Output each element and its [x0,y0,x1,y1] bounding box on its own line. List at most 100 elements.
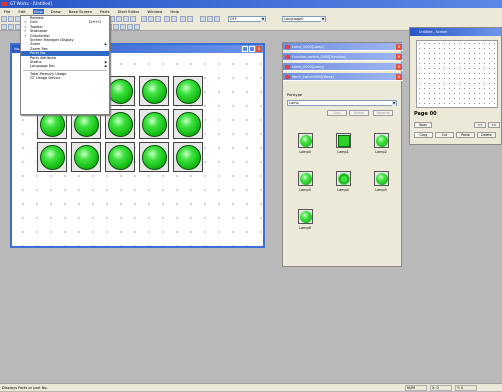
menu-item-language-no-[interactable]: Language No. ▶ [21,64,109,68]
delete-button[interactable]: Delete [477,132,496,138]
lamp-part[interactable] [173,109,203,139]
menu-item-label: Zoom Rec [30,46,49,51]
lamp-icon [176,79,201,104]
palette-item[interactable]: Lamp0 [291,133,319,154]
lamp-icon [297,171,313,186]
lamp-icon [74,145,99,170]
lamp-part[interactable] [105,142,135,172]
delete-button[interactable]: Delete [349,110,369,116]
toolbar-tool-icon[interactable] [123,16,129,22]
lamp-icon [108,145,133,170]
object-window-title: Function_switch_0000[Function] [292,55,347,59]
toolbar-tool-icon[interactable] [8,16,14,22]
palette-item[interactable]: Lamp4 [329,171,357,192]
parttype-combo[interactable]: Lamp [287,100,397,106]
toolbar-tool-icon[interactable] [1,16,7,22]
palette-item-label: Lamp0 [299,150,311,154]
draw-tool-icon[interactable] [113,24,119,30]
menu-base-screen[interactable]: Base Screen [68,9,94,14]
copy-button[interactable]: Copy [327,110,347,116]
close-icon[interactable]: × [396,44,402,50]
toolbar-tool-icon[interactable] [171,16,177,22]
menu-item-gt-usage-device[interactable]: GT Usage Device [21,76,109,80]
draw-tool-icon[interactable] [8,24,14,30]
toolbar-tool-icon[interactable] [214,16,220,22]
toolbar-tool-icon[interactable] [155,16,161,22]
minimize-icon[interactable] [242,46,248,52]
palette-item[interactable]: Lamp6 [291,209,319,230]
lamp-part[interactable] [139,109,169,139]
toolbar-tool-icon[interactable] [116,16,122,22]
rename-button[interactable]: Rename [373,110,393,116]
prev-page-button[interactable]: << [474,122,486,128]
object-window-tab[interactable]: Lamp_0000[Lamp] × [283,43,403,51]
layer-combo[interactable]: OFF [228,16,266,22]
paste-button[interactable]: Paste [456,132,475,138]
status-num: NUM [405,385,427,391]
menu-separator [23,69,107,71]
palette-item-label: Lamp3 [299,188,311,192]
toolbar-tool-icon[interactable] [148,16,154,22]
menu-item-label: Graphicbar [30,33,50,38]
toolbar-tool-icon[interactable] [164,16,170,22]
language-combo[interactable]: Language0 [282,16,326,22]
maximize-icon[interactable] [249,46,255,52]
palette-item-label: Lamp5 [375,188,387,192]
screen-thumbnail[interactable] [416,40,498,108]
menu-window[interactable]: Window [146,9,163,14]
menu-view[interactable]: View [32,9,44,14]
draw-tool-icon[interactable] [120,24,126,30]
draw-tool-icon[interactable] [127,24,133,30]
menu-parts[interactable]: Parts [99,9,110,14]
menu-item-label: Toolbar [30,24,43,29]
palette-item[interactable]: Lamp5 [367,171,395,192]
copy-button[interactable]: Copy [414,132,433,138]
lamp-part[interactable] [173,76,203,106]
close-icon[interactable]: × [396,64,402,70]
close-icon[interactable]: ✕ [256,46,262,52]
palette-item[interactable]: Lamp3 [291,171,319,192]
lamp-icon [108,79,133,104]
lamp-part[interactable] [139,142,169,172]
parts-palette: Parttype Lamp Lamp_0000[Lamp]×Function_s… [282,42,403,267]
lamp-part[interactable] [173,142,203,172]
title-bar: GT Works - [Untitled] [0,0,502,8]
close-icon[interactable]: × [396,54,402,60]
palette-item-label: Lamp2 [375,150,387,154]
toolbar-tool-icon[interactable] [187,16,193,22]
palette-item[interactable]: Lamp2 [367,133,395,154]
toolbar-tool-icon[interactable] [207,16,213,22]
menu-file[interactable]: File [3,9,11,14]
toolbar-tool-icon[interactable] [180,16,186,22]
close-icon[interactable]: × [396,74,402,80]
object-window-title: Word_Switch0000[Word] [292,75,334,79]
cut-button[interactable]: Cut [435,132,454,138]
lamp-part[interactable] [139,76,169,106]
lamp-icon [335,171,351,186]
menu-item-label: Zoom [30,42,41,47]
object-window-tab[interactable]: Lamp_0000[Lamp] × [283,63,403,71]
next-page-button[interactable]: >> [488,122,500,128]
menu-draw[interactable]: Draw [50,9,62,14]
toolbar-tool-icon[interactable] [130,16,136,22]
toolbar-tool-icon[interactable] [141,16,147,22]
toolbar-tool-icon[interactable] [200,16,206,22]
open-button[interactable]: Open [414,122,432,128]
palette-item[interactable]: Lamp1 [329,133,357,154]
draw-tool-icon[interactable] [134,24,140,30]
lamp-icon [142,79,167,104]
object-window-tab[interactable]: Word_Switch0000[Word] × [283,73,403,81]
menu-start-editor[interactable]: Start Editor [117,9,141,14]
draw-tool-icon[interactable] [1,24,7,30]
lamp-icon [40,145,65,170]
lamp-part[interactable] [37,142,67,172]
lamp-part[interactable] [71,142,101,172]
menu-item-label: Statusbar [30,29,48,34]
object-window-tab[interactable]: Function_switch_0000[Function] × [283,53,403,61]
lamp-icon [108,112,133,137]
lamp-icon [74,112,99,137]
status-y: Y: 0 [455,385,477,391]
menu-edit[interactable]: Edit [17,9,26,14]
menu-help[interactable]: Help [169,9,180,14]
lamp-icon [142,145,167,170]
